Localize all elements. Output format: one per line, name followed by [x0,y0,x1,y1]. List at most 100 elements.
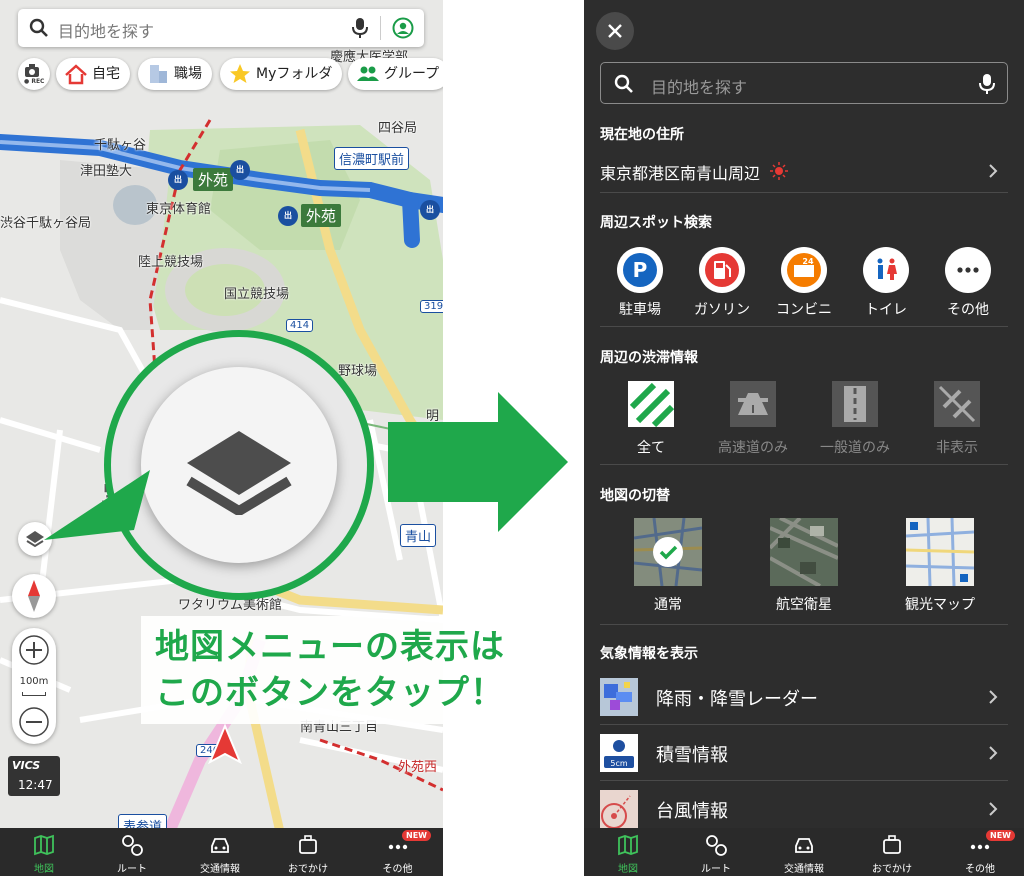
map-scale: 100m [19,676,49,687]
subway-exit-icon: 出 [230,160,250,180]
divider [600,724,1008,725]
spot-convenience[interactable]: 24 コンビニ [764,247,844,319]
zoom-out-button[interactable] [18,706,50,738]
map-icon [618,834,638,856]
map-label-gaien-2: 外苑 [301,204,342,227]
spot-parking[interactable]: P 駐車場 [600,247,680,319]
instruction-callout: 地図メニューの表示は このボタンをタップ！ [141,616,553,724]
current-address-row[interactable]: 東京都港区南青山周辺 [584,150,1024,190]
car-icon [211,838,229,853]
building-icon [150,65,167,83]
map-type-normal-label: 通常 [654,597,682,613]
camera-icon [25,64,39,77]
nav-traffic[interactable]: 交通情報 [176,828,264,876]
nav-outing-label: おでかけ [288,864,328,875]
map-label-shinanomachi[interactable]: 信濃町駅前 [334,147,410,170]
chevron-right-icon [989,746,998,760]
svg-text:5cm: 5cm [610,759,627,768]
weather-radar-row[interactable]: 降雨・降雪レーダー [600,670,1008,724]
traffic-ordinary-label: 一般道のみ [820,440,890,456]
search-placeholder: 目的地を探す [58,22,155,41]
map-thumb-tourist [906,518,974,586]
nav-traffic[interactable]: 交通情報 [760,828,848,876]
weather-snow-row[interactable]: 5cm 積雪情報 [600,726,1008,780]
callout-line-2: このボタンをタップ！ [155,673,505,713]
nearby-header: 周辺スポット検索 [600,215,712,231]
spot-toilet[interactable]: トイレ [846,247,926,319]
search-bar[interactable]: 目的地を探す [18,9,424,47]
map-icon [34,834,54,856]
search-icon [29,18,48,37]
nav-outing[interactable]: おでかけ [848,828,936,876]
traffic-expressway[interactable]: 高速道のみ [708,381,798,457]
chip-work-label: 職場 [174,66,202,82]
traffic-hidden[interactable]: 非表示 [912,381,1002,457]
chip-my-folder-label: Myフォルダ [256,66,333,82]
chip-group[interactable]: グループ [348,58,443,90]
transition-arrow-icon [388,392,568,532]
typhoon-icon [600,790,638,828]
nav-map[interactable]: 地図 [0,828,88,876]
nav-route[interactable]: ルート [88,828,176,876]
weather-snow-label: 積雪情報 [656,745,728,766]
microphone-icon[interactable] [350,17,370,39]
chip-my-folder[interactable]: Myフォルダ [220,58,343,90]
nav-traffic-label: 交通情報 [784,864,824,875]
layers-icon [26,531,44,548]
map-type-satellite[interactable]: 航空衛星 [749,518,859,614]
vics-indicator[interactable]: VICS 12:47 [8,756,60,796]
rain-radar-icon [600,678,638,716]
traffic-ordinary[interactable]: 一般道のみ [810,381,900,457]
layers-icon-large [186,431,292,515]
divider [600,780,1008,781]
compass-button[interactable] [12,574,56,618]
suitcase-icon [883,835,901,854]
chevron-right-icon [989,802,998,816]
traffic-hidden-icon [934,381,980,427]
callout-line-1: 地図メニューの表示は [155,627,505,667]
traffic-all-icon [628,381,675,428]
map-type-normal[interactable]: 通常 [613,518,723,614]
menu-search-bar[interactable]: 目的地を探す [600,62,1008,104]
account-icon[interactable] [392,17,414,39]
nav-traffic-label: 交通情報 [200,864,240,875]
spot-gas[interactable]: ガソリン [682,247,762,319]
group-icon [357,66,379,81]
expressway-icon [730,381,776,427]
spot-other[interactable]: その他 [928,247,1008,319]
zoom-in-button[interactable] [18,634,50,666]
microphone-icon[interactable] [977,73,997,95]
ordinary-road-icon [832,381,878,427]
traffic-expressway-label: 高速道のみ [718,440,788,456]
suitcase-icon [299,835,317,854]
nav-more-label: その他 [965,864,995,875]
weather-header: 気象情報を表示 [600,646,698,662]
traffic-all-label: 全て [637,440,665,456]
nav-more[interactable]: NEW その他 [352,828,443,876]
home-icon [65,64,87,85]
nav-more[interactable]: NEW その他 [936,828,1024,876]
vics-brand: VICS [12,759,41,772]
spot-convenience-label: コンビニ [776,302,832,318]
map-type-tourist[interactable]: 観光マップ [885,518,995,614]
chip-work[interactable]: 職場 [138,58,212,90]
weather-radar-label: 降雨・降雪レーダー [656,689,818,710]
route-icon [706,835,727,856]
divider [600,464,1008,465]
vics-time: 12:47 [18,778,53,792]
toilet-icon [863,247,909,293]
drive-recorder-button[interactable]: ● REC [18,58,50,90]
close-button[interactable] [596,12,634,50]
nav-route[interactable]: ルート [672,828,760,876]
more-icon [945,247,991,293]
menu-bottom-nav: 地図 ルート 交通情報 おでかけ NEW その他 [584,828,1024,876]
nav-map[interactable]: 地図 [584,828,672,876]
subway-exit-icon: 出 [278,206,298,226]
map-label-shibuya-sendagaya: 渋谷千駄ヶ谷局 [0,216,92,231]
weather-typhoon-label: 台風情報 [656,801,728,822]
chip-home[interactable]: 自宅 [56,58,130,90]
nav-outing[interactable]: おでかけ [264,828,352,876]
magnified-layer-button [141,367,337,563]
traffic-all[interactable]: 全て [606,381,696,457]
divider [600,192,1008,193]
